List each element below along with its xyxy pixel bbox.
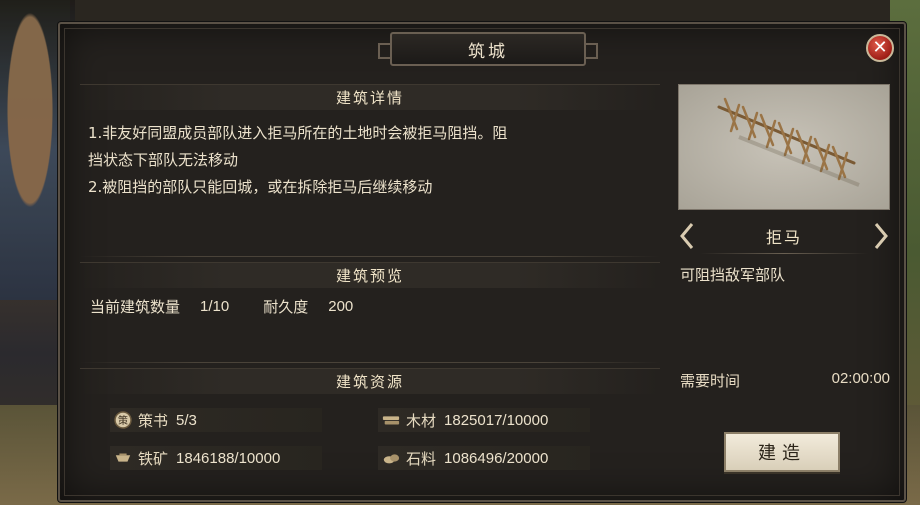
resource-value: 5/3 <box>176 411 197 429</box>
building-name: 拒马 <box>765 228 802 247</box>
build-time: 需要时间 02:00:00 <box>680 370 890 391</box>
build-time-value: 02:00:00 <box>831 370 890 387</box>
preview-stats: 当前建筑数量 1/10 耐久度 200 <box>90 296 373 317</box>
close-button[interactable]: ✕ <box>866 34 894 62</box>
building-count-label: 当前建筑数量 <box>90 298 181 316</box>
details-heading: 建筑详情 <box>80 84 660 110</box>
section-divider <box>80 256 660 257</box>
chevron-left-icon <box>680 223 694 249</box>
building-preview-image <box>678 84 890 210</box>
resource-value: 1846188/10000 <box>176 449 281 467</box>
close-icon: ✕ <box>872 37 888 58</box>
resource-stone: 石料 1086496/20000 <box>378 446 590 470</box>
wood-icon <box>382 411 400 429</box>
resource-label: 铁矿 <box>138 449 169 468</box>
stone-icon <box>382 449 400 467</box>
durability-value: 200 <box>328 298 354 315</box>
resource-label: 策书 <box>138 411 169 430</box>
building-effect: 可阻挡敌军部队 <box>680 266 786 284</box>
resource-strategy-book: 策 策书 5/3 <box>110 408 322 432</box>
details-line: 1.非友好同盟成员部队进入拒马所在的土地时会被拒马阻挡。阻 <box>88 124 508 142</box>
building-selector: 拒马 <box>678 220 890 252</box>
strategy-book-icon: 策 <box>114 411 132 429</box>
iron-icon <box>114 449 132 467</box>
name-underline <box>700 253 868 254</box>
details-line: 挡状态下部队无法移动 <box>88 151 239 169</box>
durability-label: 耐久度 <box>263 298 309 316</box>
build-dialog: 筑城 ✕ 建筑详情 1.非友好同盟成员部队进入拒马所在的土地时会被拒马阻挡。阻 … <box>58 22 906 502</box>
details-description: 1.非友好同盟成员部队进入拒马所在的土地时会被拒马阻挡。阻 挡状态下部队无法移动… <box>88 120 648 201</box>
build-button[interactable]: 建造 <box>724 432 840 472</box>
building-count-value: 1/10 <box>200 298 230 315</box>
cheval-de-frise-icon <box>717 97 860 187</box>
dialog-title: 筑城 <box>378 32 598 66</box>
resource-label: 石料 <box>406 449 437 468</box>
resource-label: 木材 <box>406 411 437 430</box>
resources-heading: 建筑资源 <box>80 368 660 394</box>
chevron-right-icon <box>874 223 888 249</box>
svg-text:策: 策 <box>118 414 128 427</box>
preview-heading: 建筑预览 <box>80 262 660 288</box>
resource-iron: 铁矿 1846188/10000 <box>110 446 322 470</box>
section-divider <box>80 362 660 363</box>
resource-value: 1086496/20000 <box>444 449 549 467</box>
build-time-label: 需要时间 <box>680 372 741 390</box>
next-building-button[interactable] <box>872 221 890 251</box>
prev-building-button[interactable] <box>678 221 696 251</box>
resource-value: 1825017/10000 <box>444 411 549 429</box>
resource-wood: 木材 1825017/10000 <box>378 408 590 432</box>
details-line: 2.被阻挡的部队只能回城，或在拆除拒马后继续移动 <box>88 178 433 196</box>
